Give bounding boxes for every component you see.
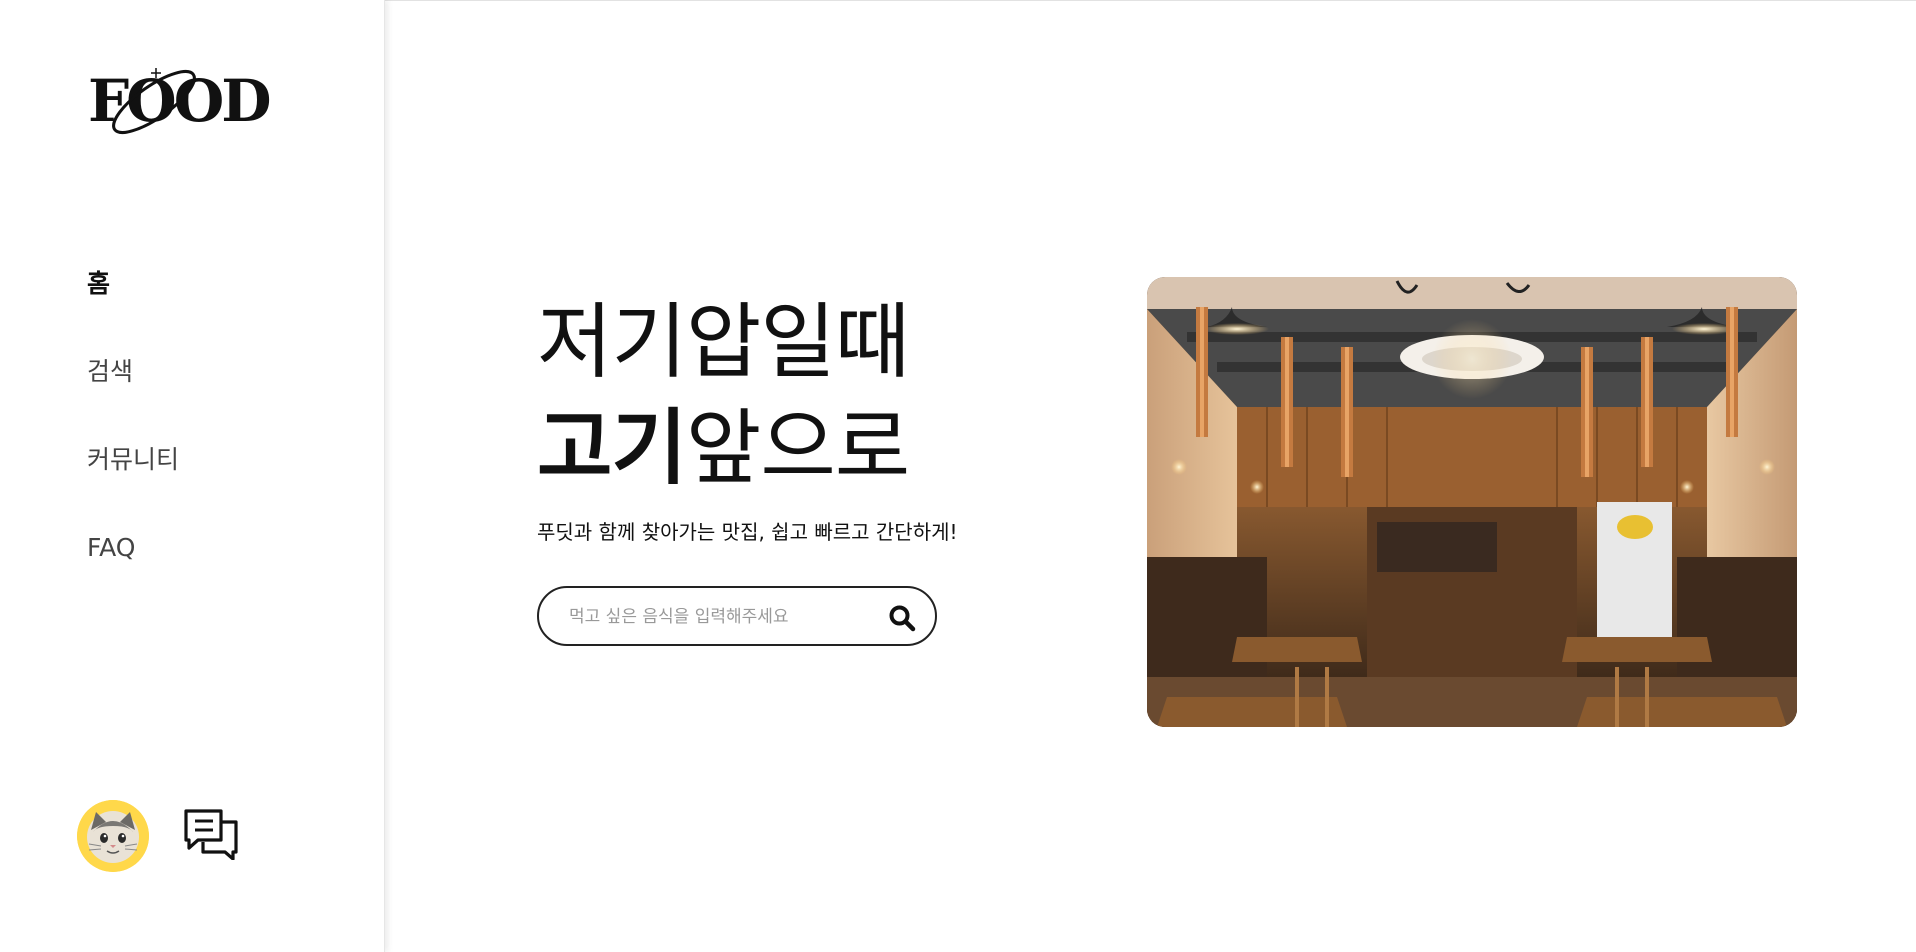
search-input[interactable] xyxy=(569,602,869,632)
food-logo[interactable]: FOOD xyxy=(84,62,272,142)
headline-bold-word: 고기 xyxy=(537,401,687,496)
nav-item-community[interactable]: 커뮤니티 xyxy=(87,442,179,478)
nav-item-search[interactable]: 검색 xyxy=(87,354,179,390)
top-border xyxy=(385,0,1916,1)
nav-item-home[interactable]: 홈 xyxy=(87,266,179,302)
hero-section: 저기압일때 고기앞으로 푸딧과 함께 찾아가는 맛집, 쉽고 빠르고 간단하게! xyxy=(537,290,958,545)
cat-avatar-icon xyxy=(77,800,149,872)
search-bar xyxy=(537,586,937,646)
search-icon[interactable] xyxy=(887,603,917,633)
sidebar: FOOD 홈 검색 커뮤니티 FAQ xyxy=(0,0,385,952)
chat-bubbles-icon xyxy=(184,809,238,861)
headline-line-1: 저기압일때 xyxy=(537,295,910,390)
restaurant-interior-image xyxy=(1147,277,1797,727)
hero-subtitle: 푸딧과 함께 찾아가는 맛집, 쉽고 빠르고 간단하게! xyxy=(537,520,958,544)
main-nav: 홈 검색 커뮤니티 FAQ xyxy=(87,266,179,618)
chat-button[interactable] xyxy=(183,808,239,861)
headline-line-2: 고기앞으로 xyxy=(537,396,958,502)
logo-swoosh-icon xyxy=(112,68,196,134)
avatar[interactable] xyxy=(77,800,149,872)
restaurant-photo xyxy=(1147,277,1797,727)
headline-rest: 앞으로 xyxy=(685,401,910,496)
nav-item-faq[interactable]: FAQ xyxy=(87,530,179,566)
